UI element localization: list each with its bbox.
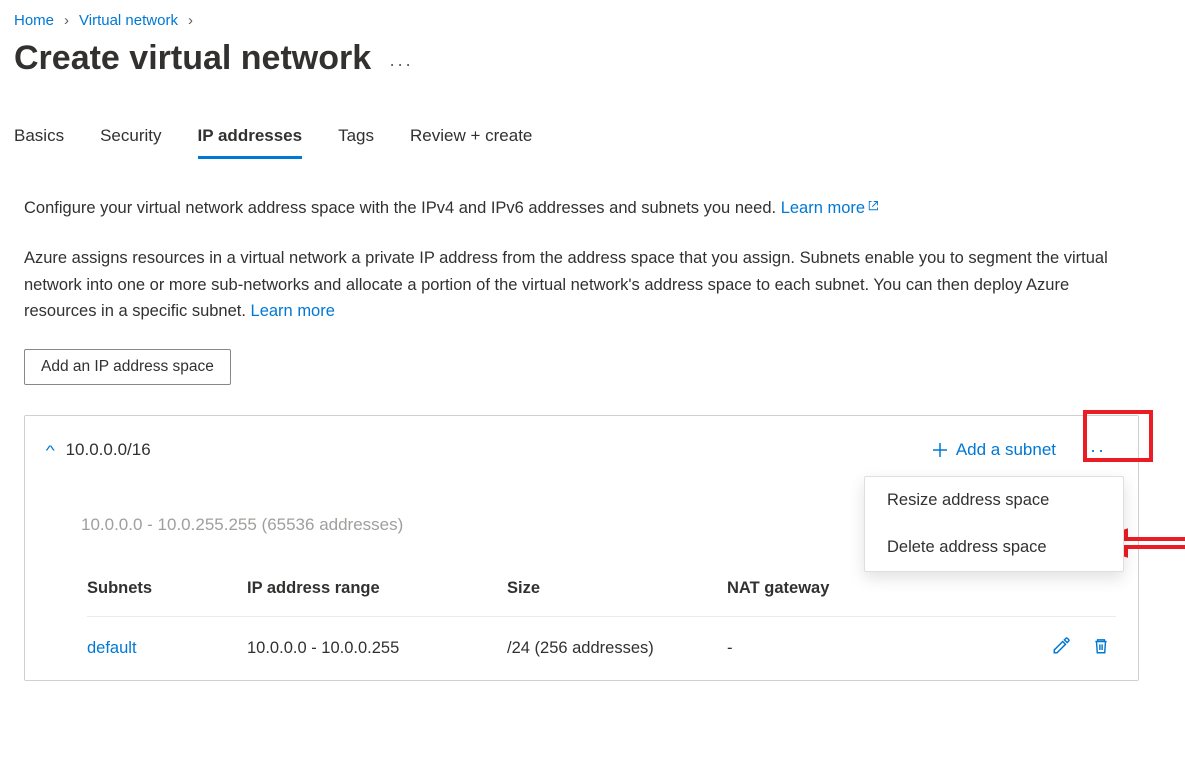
add-subnet-label: Add a subnet bbox=[956, 440, 1056, 460]
intro-text-1: Configure your virtual network address s… bbox=[24, 199, 781, 217]
chevron-right-icon: › bbox=[188, 12, 193, 29]
table-row: default 10.0.0.0 - 10.0.0.255 /24 (256 a… bbox=[87, 616, 1116, 680]
breadcrumb-virtual-network[interactable]: Virtual network bbox=[79, 12, 178, 29]
intro-paragraph-1: Configure your virtual network address s… bbox=[24, 195, 1139, 221]
tab-ip-addresses[interactable]: IP addresses bbox=[198, 126, 303, 159]
col-size: Size bbox=[507, 579, 727, 598]
col-nat-gateway: NAT gateway bbox=[727, 579, 927, 598]
address-space-cidr: 10.0.0.0/16 bbox=[66, 440, 151, 460]
delete-address-space-item[interactable]: Delete address space bbox=[865, 524, 1123, 571]
subnet-name-link[interactable]: default bbox=[87, 639, 247, 658]
table-header-row: Subnets IP address range Size NAT gatewa… bbox=[87, 579, 1116, 616]
add-subnet-button[interactable]: Add a subnet bbox=[932, 440, 1056, 460]
plus-icon bbox=[932, 442, 948, 458]
subnet-ip-range: 10.0.0.0 - 10.0.0.255 bbox=[247, 639, 507, 658]
delete-subnet-button[interactable] bbox=[1092, 637, 1110, 660]
col-ip-range: IP address range bbox=[247, 579, 507, 598]
subnet-size: /24 (256 addresses) bbox=[507, 639, 727, 658]
edit-subnet-button[interactable] bbox=[1052, 637, 1070, 660]
breadcrumb-home[interactable]: Home bbox=[14, 12, 54, 29]
learn-more-link-2[interactable]: Learn more bbox=[251, 302, 335, 320]
breadcrumb: Home › Virtual network › bbox=[14, 12, 1171, 29]
resize-address-space-item[interactable]: Resize address space bbox=[865, 477, 1123, 524]
intro-paragraph-2: Azure assigns resources in a virtual net… bbox=[24, 245, 1139, 324]
intro-text-2: Azure assigns resources in a virtual net… bbox=[24, 249, 1108, 320]
address-space-context-menu: Resize address space Delete address spac… bbox=[864, 476, 1124, 572]
tab-basics[interactable]: Basics bbox=[14, 126, 64, 159]
tab-tags[interactable]: Tags bbox=[338, 126, 374, 159]
learn-more-link-1[interactable]: Learn more bbox=[781, 199, 879, 217]
tab-security[interactable]: Security bbox=[100, 126, 161, 159]
col-subnets: Subnets bbox=[87, 579, 247, 598]
chevron-up-icon[interactable]: ^ bbox=[46, 442, 55, 458]
address-space-panel: ^ 10.0.0.0/16 Add a subnet ··· Resize ad… bbox=[24, 415, 1139, 681]
tab-review-create[interactable]: Review + create bbox=[410, 126, 532, 159]
add-ip-address-space-button[interactable]: Add an IP address space bbox=[24, 349, 231, 385]
chevron-right-icon: › bbox=[64, 12, 69, 29]
title-more-button[interactable]: ··· bbox=[389, 42, 413, 75]
trash-icon bbox=[1092, 637, 1110, 655]
tabs: Basics Security IP addresses Tags Review… bbox=[14, 126, 1171, 159]
subnet-table: Subnets IP address range Size NAT gatewa… bbox=[87, 579, 1116, 680]
subnet-nat: - bbox=[727, 639, 927, 658]
address-space-more-button[interactable]: ··· bbox=[1072, 434, 1116, 467]
page-title: Create virtual network bbox=[14, 39, 371, 78]
pencil-icon bbox=[1052, 637, 1070, 655]
external-link-icon bbox=[867, 198, 879, 219]
